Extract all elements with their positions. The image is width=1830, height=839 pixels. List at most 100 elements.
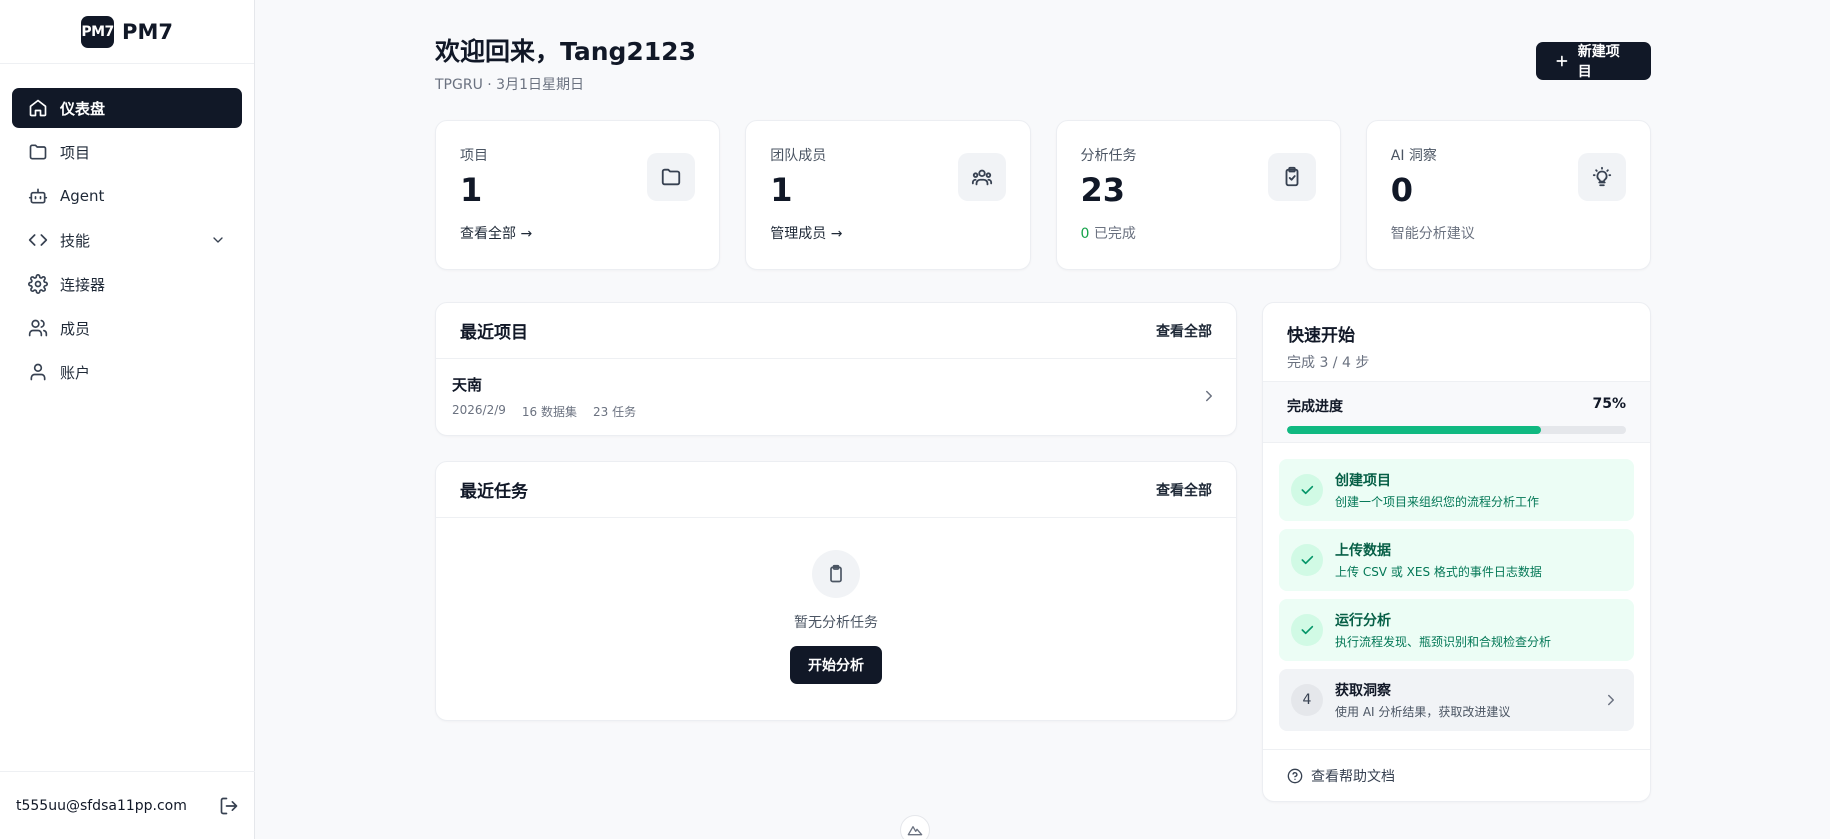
help-circle-icon (1287, 768, 1303, 783)
sidebar-item-connectors[interactable]: 连接器 (12, 264, 242, 304)
step-status (1291, 614, 1323, 646)
sidebar-item-label: Agent (60, 187, 105, 205)
folder-icon (662, 168, 681, 186)
sidebar-item-skills[interactable]: 技能 (12, 220, 242, 260)
progress-section: 完成进度 75% (1263, 381, 1650, 443)
page-title: 欢迎回来，Tang2123 (435, 37, 696, 66)
stat-icon-box (957, 153, 1006, 201)
step-title: 上传数据 (1335, 543, 1391, 559)
brand-logo: PM7 (81, 15, 114, 48)
step-text: 创建项目 创建一个项目来组织您的流程分析工作 (1335, 470, 1539, 510)
project-datasets: 16 数据集 (521, 405, 577, 419)
start-analysis-button[interactable]: 开始分析 (790, 646, 882, 684)
step-desc: 执行流程发现、瓶颈识别和合规检查分析 (1335, 635, 1552, 649)
sidebar-item-label: 成员 (60, 319, 91, 338)
tasks-completed-text: 0 已完成 (1081, 223, 1316, 243)
clipboard-icon (830, 564, 842, 583)
project-meta: 2026/2/9 16 数据集 23 任务 (452, 403, 636, 420)
insights-hint: 智能分析建议 (1390, 226, 1475, 242)
chevron-right-icon (1608, 694, 1614, 706)
sidebar-item-label: 账户 (60, 363, 91, 382)
step-desc: 使用 AI 分析结果，获取改进建议 (1335, 705, 1511, 719)
sidebar-item-projects[interactable]: 项目 (12, 132, 242, 172)
logout-icon[interactable] (219, 796, 239, 816)
devtools-toggle-button[interactable] (900, 815, 930, 839)
empty-icon-circle (812, 550, 860, 598)
folder-icon (29, 144, 47, 160)
step-text: 获取洞察 使用 AI 分析结果，获取改进建议 (1335, 680, 1510, 720)
steps-list: 创建项目 创建一个项目来组织您的流程分析工作 上传数据 上传 CSV 或 XES… (1263, 443, 1650, 731)
card-title: 最近项目 (460, 323, 528, 343)
project-tasks: 23 任务 (593, 405, 637, 419)
stat-card-members: 团队成员 1 管理成员 → (745, 120, 1031, 270)
progress-bar-fill (1287, 426, 1542, 434)
lightbulb-icon (1592, 166, 1612, 187)
step-title: 运行分析 (1335, 613, 1391, 629)
users-icon (971, 169, 992, 186)
code-icon (28, 234, 48, 246)
step-create-project[interactable]: 创建项目 创建一个项目来组织您的流程分析工作 (1279, 459, 1634, 521)
plus-icon (1556, 55, 1568, 67)
project-date: 2026/2/9 (452, 403, 506, 417)
empty-text: 暂无分析任务 (794, 615, 878, 631)
step-number: 4 (1291, 684, 1323, 716)
step-title: 获取洞察 (1335, 683, 1391, 699)
sidebar: PM7 PM7 仪表盘 项目 Agent 技能 连接器 成员 账户 t555uu… (0, 0, 255, 839)
users-icon (28, 319, 48, 337)
check-icon (1301, 485, 1314, 495)
new-project-button[interactable]: 新建项目 (1536, 42, 1651, 80)
sidebar-item-label: 项目 (60, 143, 91, 162)
progress-label: 完成进度 (1287, 399, 1343, 415)
page-subtitle: TPGRU · 3月1日星期日 (435, 77, 584, 93)
clipboard-check-icon (1285, 166, 1299, 187)
step-status (1291, 474, 1323, 506)
step-upload-data[interactable]: 上传数据 上传 CSV 或 XES 格式的事件日志数据 (1279, 529, 1634, 591)
chevron-down-icon[interactable] (210, 232, 226, 248)
project-row[interactable]: 天南 2026/2/9 16 数据集 23 任务 (436, 359, 1236, 435)
step-get-insights[interactable]: 4 获取洞察 使用 AI 分析结果，获取改进建议 (1279, 669, 1634, 731)
brand-name: PM7 (122, 19, 173, 44)
quick-start-subtitle: 完成 3 / 4 步 (1287, 355, 1370, 371)
sidebar-item-dashboard[interactable]: 仪表盘 (12, 88, 242, 128)
sidebar-item-account[interactable]: 账户 (12, 352, 242, 392)
stat-card-tasks: 分析任务 23 0 已完成 (1055, 120, 1341, 270)
stat-icon-box (1578, 153, 1626, 201)
progress-percent: 75% (1592, 396, 1626, 412)
view-all-projects-link[interactable]: 查看全部 → (460, 223, 695, 243)
home-icon (29, 99, 47, 117)
sidebar-item-label: 技能 (60, 231, 91, 250)
view-all-link[interactable]: 查看全部 (1156, 321, 1212, 341)
card-header: 最近任务 查看全部 (436, 462, 1236, 518)
stat-card-insights: AI 洞察 0 智能分析建议 (1365, 120, 1651, 270)
step-run-analysis[interactable]: 运行分析 执行流程发现、瓶颈识别和合规检查分析 (1279, 599, 1634, 661)
quick-start-header: 快速开始 完成 3 / 4 步 (1263, 303, 1650, 381)
help-label: 查看帮助文档 (1311, 768, 1395, 785)
user-email: t555uu@sfdsa11pp.com (16, 797, 187, 814)
progress-bar (1287, 426, 1626, 434)
step-desc: 上传 CSV 或 XES 格式的事件日志数据 (1335, 565, 1542, 579)
step-title: 创建项目 (1335, 473, 1391, 489)
card-header: 最近项目 查看全部 (436, 303, 1236, 359)
mountain-logo-icon (907, 826, 923, 836)
empty-state: 暂无分析任务 开始分析 (436, 518, 1236, 684)
chevron-right-icon (1206, 390, 1212, 402)
step-text: 运行分析 执行流程发现、瓶颈识别和合规检查分析 (1335, 610, 1551, 650)
brand[interactable]: PM7 PM7 (0, 0, 254, 64)
step-status (1291, 544, 1323, 576)
stat-icon-box (647, 153, 696, 201)
card-title: 最近任务 (460, 482, 528, 502)
help-docs-link[interactable]: 查看帮助文档 (1263, 749, 1650, 801)
sidebar-footer: t555uu@sfdsa11pp.com (0, 771, 255, 839)
sidebar-item-label: 连接器 (60, 275, 106, 294)
project-info: 天南 2026/2/9 16 数据集 23 任务 (452, 374, 636, 420)
sidebar-item-members[interactable]: 成员 (12, 308, 242, 348)
step-desc: 创建一个项目来组织您的流程分析工作 (1335, 495, 1540, 509)
sidebar-nav: 仪表盘 项目 Agent 技能 连接器 成员 账户 (0, 64, 254, 392)
view-all-link[interactable]: 查看全部 (1156, 480, 1212, 500)
card-title: 快速开始 (1287, 326, 1355, 346)
user-icon (30, 363, 46, 381)
manage-members-link[interactable]: 管理成员 → (770, 223, 1005, 243)
check-icon (1301, 555, 1314, 565)
progress-header: 完成进度 75% (1287, 396, 1626, 416)
sidebar-item-agent[interactable]: Agent (12, 176, 242, 216)
